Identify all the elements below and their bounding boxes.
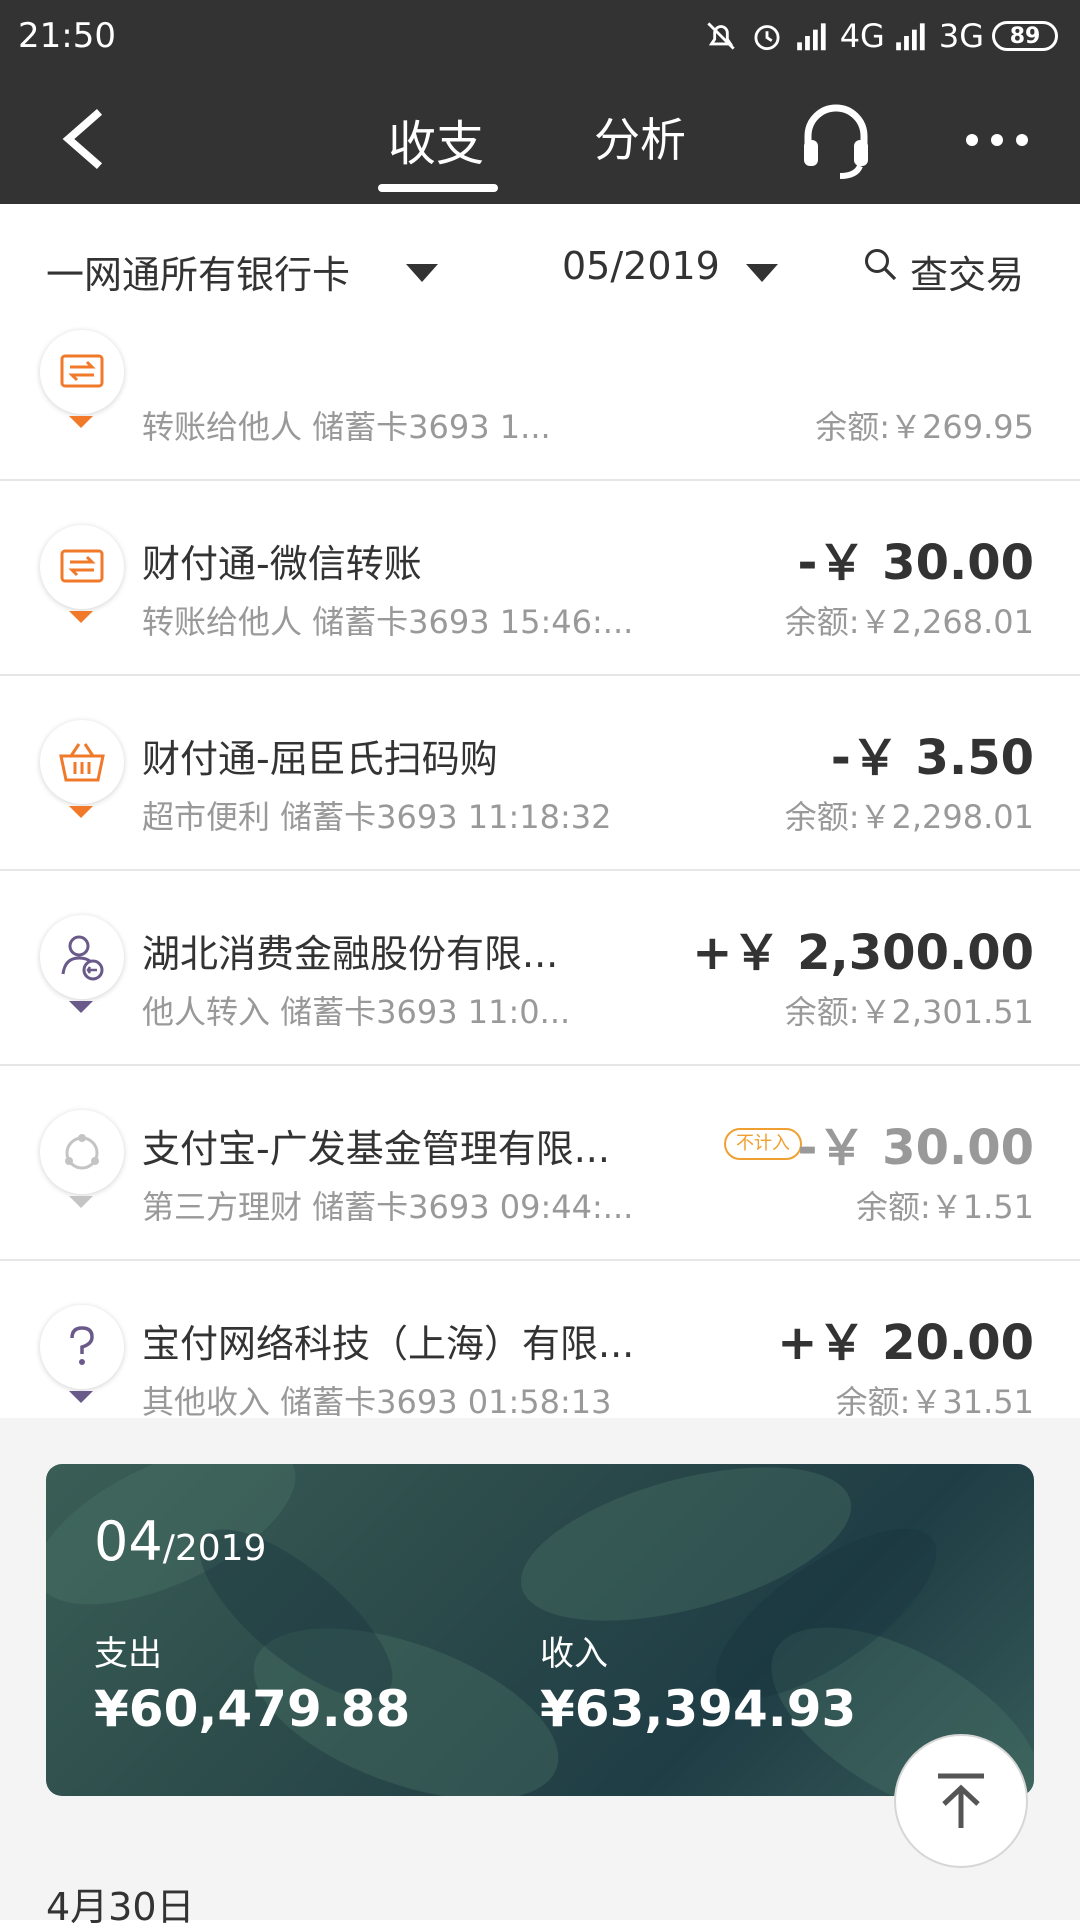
tx-subtitle: 转账给他人 储蓄卡3693 1...: [142, 408, 551, 446]
tx-balance: 余额:￥31.51: [835, 1383, 1034, 1418]
pin-marker: [69, 1001, 93, 1013]
tx-balance: 余额:￥2,301.51: [784, 993, 1034, 1031]
tx-amount: +￥ 20.00: [777, 1315, 1034, 1371]
person-transfer-icon: [40, 915, 124, 999]
scroll-to-top-button[interactable]: [894, 1734, 1028, 1868]
headset-icon[interactable]: [800, 100, 872, 180]
tx-amount: -￥ 30.00: [797, 535, 1034, 591]
mute-bell-icon: [707, 22, 735, 50]
pin-marker: [69, 1196, 93, 1208]
summary-month: 04/2019: [94, 1510, 266, 1573]
list-item[interactable]: 支付宝-广发基金管理有限... 第三方理财 储蓄卡3693 09:44:... …: [0, 1066, 1080, 1261]
circle-nodes-icon: [40, 1110, 124, 1194]
list-item[interactable]: 财付通-屈臣氏扫码购 超市便利 储蓄卡3693 11:18:32 -￥ 3.50…: [0, 676, 1080, 871]
alarm-icon: [754, 25, 780, 51]
date-group-header: 4月30日: [46, 1885, 195, 1929]
pin-marker: [69, 806, 93, 818]
tx-subtitle: 超市便利 储蓄卡3693 11:18:32: [142, 798, 612, 836]
pin-marker: [69, 1391, 93, 1403]
income-label: 收入: [540, 1634, 608, 1674]
tx-title: 宝付网络科技（上海）有限...: [142, 1322, 635, 1366]
active-tab-indicator: [378, 184, 498, 192]
expense-label: 支出: [94, 1634, 162, 1674]
tx-balance: 余额:￥269.95: [815, 408, 1034, 446]
card-filter-dropdown[interactable]: 一网通所有银行卡: [46, 244, 350, 299]
nav-bar: 收支 分析: [0, 74, 1080, 204]
search-icon[interactable]: [862, 246, 898, 282]
status-icons: 4G 3G 89: [702, 14, 1058, 58]
filter-bar: 一网通所有银行卡 05/2019 查交易: [0, 204, 1080, 316]
basket-icon: [40, 720, 124, 804]
tx-balance: 余额:￥2,298.01: [784, 798, 1034, 836]
expense-value: ¥60,479.88: [94, 1680, 411, 1738]
tab-analysis[interactable]: 分析: [594, 104, 686, 170]
tx-subtitle: 第三方理财 储蓄卡3693 09:44:...: [142, 1188, 634, 1226]
tx-title: 湖北消费金融股份有限...: [142, 932, 559, 976]
monthly-summary-card[interactable]: 04/2019 支出 ¥60,479.88 收入 ¥63,394.93: [46, 1464, 1034, 1796]
status-time: 21:50: [18, 16, 116, 56]
chevron-down-icon[interactable]: [406, 264, 438, 282]
summary-year-value: /2019: [162, 1528, 267, 1569]
transfer-icon: [40, 525, 124, 609]
pin-marker: [69, 611, 93, 623]
signal-icon: [896, 23, 925, 51]
tx-subtitle: 他人转入 储蓄卡3693 11:0...: [142, 993, 571, 1031]
excluded-badge: 不计入: [724, 1128, 802, 1160]
transaction-list: 转账给他人 储蓄卡3693 1... 余额:￥269.95 财付通-微信转账 转…: [0, 316, 1080, 1418]
back-arrow-icon[interactable]: [56, 108, 112, 170]
list-item[interactable]: 湖北消费金融股份有限... 他人转入 储蓄卡3693 11:0... +￥ 2,…: [0, 871, 1080, 1066]
summary-month-value: 04: [94, 1510, 163, 1573]
month-filter-dropdown[interactable]: 05/2019: [562, 244, 720, 288]
network-2-label: 3G: [938, 17, 984, 55]
tx-title: 支付宝-广发基金管理有限...: [142, 1127, 610, 1171]
list-item[interactable]: 宝付网络科技（上海）有限... 其他收入 储蓄卡3693 01:58:13 +￥…: [0, 1261, 1080, 1418]
tx-amount: -￥ 3.50: [830, 730, 1034, 786]
arrow-up-icon: [938, 1773, 984, 1828]
list-item[interactable]: 转账给他人 储蓄卡3693 1... 余额:￥269.95: [0, 316, 1080, 481]
status-bar: 21:50 4G 3G 89: [0, 0, 1080, 74]
tx-title: 财付通-微信转账: [142, 542, 422, 586]
signal-icon: [796, 23, 826, 51]
pin-marker: [69, 416, 93, 428]
more-icon[interactable]: [962, 130, 1032, 150]
transfer-icon: [40, 330, 124, 414]
tx-subtitle: 转账给他人 储蓄卡3693 15:46:...: [142, 603, 634, 641]
network-1-label: 4G: [839, 17, 885, 55]
tx-balance: 余额:￥2,268.01: [784, 603, 1034, 641]
tx-title: 财付通-屈臣氏扫码购: [142, 737, 498, 781]
battery-indicator: 89: [992, 21, 1058, 51]
tab-income-expense[interactable]: 收支: [388, 104, 484, 174]
income-value: ¥63,394.93: [540, 1680, 857, 1738]
tx-balance: 余额:￥1.51: [855, 1188, 1034, 1226]
tx-amount: -￥ 30.00: [797, 1120, 1034, 1176]
chevron-down-icon[interactable]: [746, 264, 778, 282]
list-item[interactable]: 财付通-微信转账 转账给他人 储蓄卡3693 15:46:... -￥ 30.0…: [0, 481, 1080, 676]
search-transactions-link[interactable]: 查交易: [910, 244, 1024, 299]
tx-subtitle: 其他收入 储蓄卡3693 01:58:13: [142, 1383, 612, 1418]
question-icon: [40, 1305, 124, 1389]
tx-amount: +￥ 2,300.00: [692, 925, 1034, 981]
